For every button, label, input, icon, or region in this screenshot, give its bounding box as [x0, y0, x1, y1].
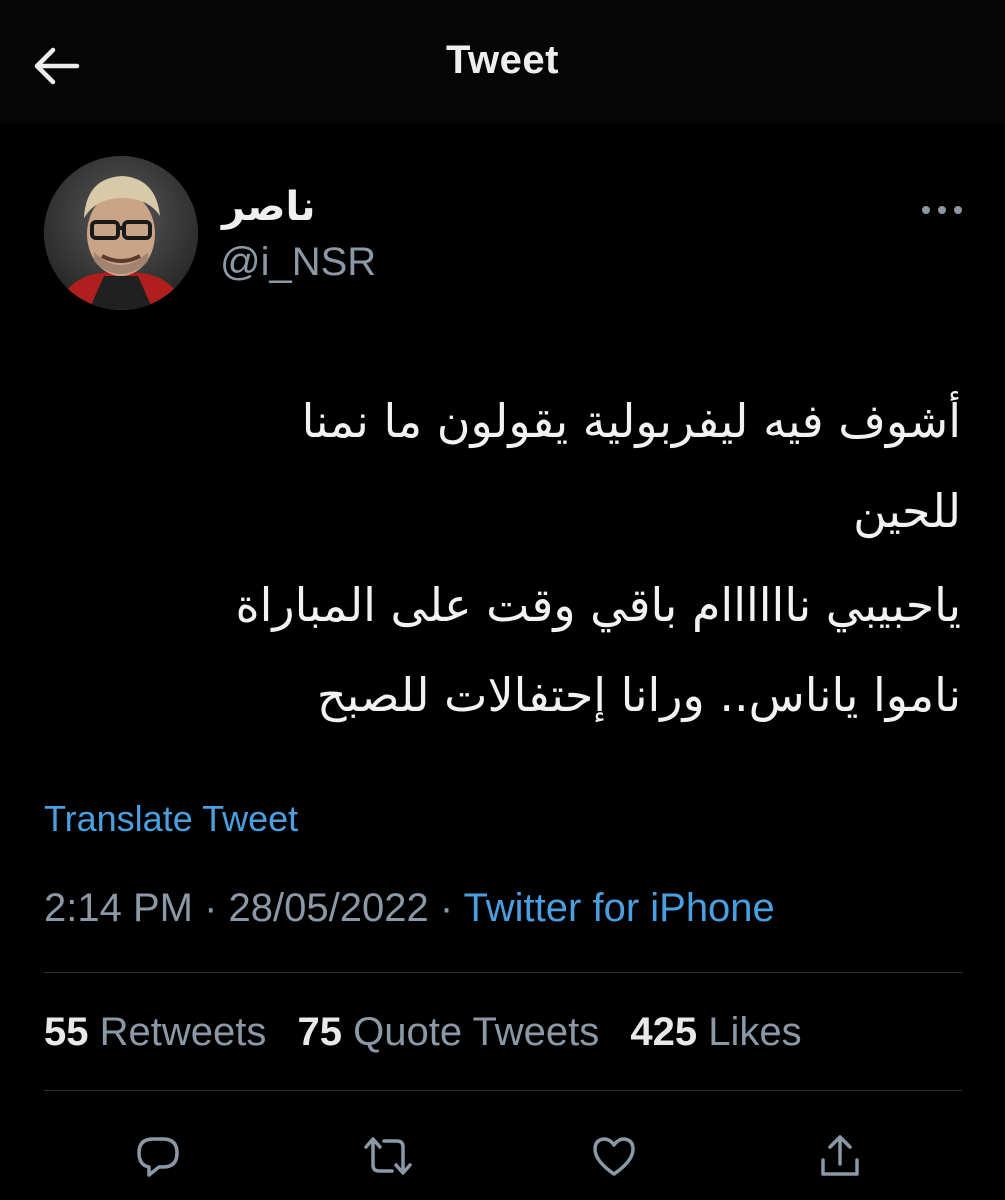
- retweets-stat[interactable]: 55 Retweets: [44, 1010, 266, 1054]
- like-button[interactable]: [584, 1126, 644, 1186]
- tweet-line: ياحبيبي ناااااام باقي وقت على المباراة: [235, 578, 961, 632]
- reply-button[interactable]: [128, 1126, 188, 1186]
- retweets-count: 55: [44, 1010, 89, 1054]
- retweets-label: Retweets: [99, 1010, 267, 1054]
- profile-photo: [44, 156, 198, 310]
- display-name[interactable]: ناصر: [222, 184, 316, 230]
- tweet-source-link[interactable]: Twitter for iPhone: [464, 886, 775, 930]
- likes-label: Likes: [708, 1010, 802, 1054]
- tweet-date: 28/05/2022: [228, 886, 429, 930]
- meta-separator: ·: [428, 886, 464, 930]
- divider: [44, 1090, 962, 1091]
- retweet-icon: [364, 1137, 412, 1175]
- meta-separator: ·: [192, 886, 229, 930]
- page-title: Tweet: [446, 38, 559, 82]
- tweet-line: للحين: [853, 484, 961, 538]
- more-horizontal-icon: [922, 206, 962, 214]
- quote-tweets-stat[interactable]: 75 Quote Tweets: [298, 1010, 600, 1054]
- share-button[interactable]: [810, 1126, 870, 1186]
- avatar[interactable]: [44, 156, 198, 310]
- tweet-meta: 2:14 PM · 28/05/2022 · Twitter for iPhon…: [44, 886, 775, 931]
- translate-tweet-link[interactable]: Translate Tweet: [44, 798, 298, 840]
- reply-icon: [137, 1137, 179, 1177]
- quotes-label: Quote Tweets: [353, 1010, 600, 1054]
- tweet-line: ناموا ياناس.. ورانا إحتفالات للصبح: [316, 668, 961, 722]
- tweet-stats: 55 Retweets 75 Quote Tweets 425 Likes: [44, 1010, 822, 1055]
- more-button[interactable]: [912, 190, 972, 230]
- quotes-count: 75: [297, 1010, 343, 1054]
- divider: [44, 972, 962, 973]
- share-icon: [821, 1135, 859, 1176]
- tweet-text: أشوف فيه ليفربولية يقولون ما نمنا للحين …: [41, 376, 961, 740]
- tweet-time: 2:14 PM: [44, 886, 193, 930]
- likes-stat[interactable]: 425 Likes: [630, 1010, 801, 1054]
- heart-icon: [593, 1137, 635, 1176]
- retweet-button[interactable]: [358, 1126, 418, 1186]
- user-handle[interactable]: @i_NSR: [220, 240, 376, 285]
- tweet-line: أشوف فيه ليفربولية يقولون ما نمنا: [301, 394, 961, 448]
- likes-count: 425: [630, 1010, 698, 1054]
- top-bar: Tweet: [0, 0, 1005, 124]
